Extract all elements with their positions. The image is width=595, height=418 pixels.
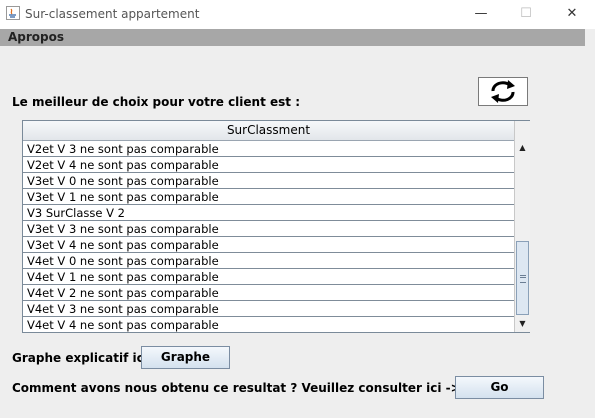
explain-label: Comment avons nous obtenu ce resultat ? … — [12, 381, 461, 395]
refresh-icon — [491, 80, 515, 103]
scroll-up-icon[interactable]: ▲ — [516, 141, 529, 155]
table-row[interactable]: V3et V 0 ne sont pas comparable — [23, 173, 514, 189]
table-row[interactable]: V2et V 3 ne sont pas comparable — [23, 141, 514, 157]
result-label: Le meilleur de choix pour votre client e… — [12, 95, 300, 109]
vertical-scrollbar[interactable]: ▲ ▼ — [514, 121, 530, 332]
scroll-thumb[interactable] — [516, 241, 529, 315]
table-row[interactable]: V3 SurClasse V 2 — [23, 205, 514, 221]
close-icon[interactable]: ✕ — [557, 4, 587, 24]
table-row[interactable]: V3et V 1 ne sont pas comparable — [23, 189, 514, 205]
window-edge — [585, 29, 595, 418]
go-button[interactable]: Go — [455, 376, 544, 399]
table-row[interactable]: V3et V 4 ne sont pas comparable — [23, 237, 514, 253]
maximize-icon[interactable]: ☐ — [511, 4, 541, 24]
menu-bar: Apropos — [0, 29, 585, 46]
results-table: SurClassment V2et V 3 ne sont pas compar… — [22, 120, 530, 333]
table-row[interactable]: V4et V 2 ne sont pas comparable — [23, 285, 514, 301]
column-header[interactable]: SurClassment — [23, 121, 514, 141]
table-row[interactable]: V4et V 1 ne sont pas comparable — [23, 269, 514, 285]
table-row[interactable]: V4et V 4 ne sont pas comparable — [23, 317, 514, 332]
scroll-down-icon[interactable]: ▼ — [516, 317, 529, 331]
minimize-icon[interactable]: — — [466, 4, 496, 24]
grip-line — [520, 277, 526, 278]
table-rows: V2et V 3 ne sont pas comparable V2et V 4… — [23, 141, 514, 332]
window-title: Sur-classement appartement — [25, 7, 200, 21]
title-bar: Sur-classement appartement — ☐ ✕ — [0, 0, 595, 29]
table-row[interactable]: V4et V 3 ne sont pas comparable — [23, 301, 514, 317]
refresh-button[interactable] — [478, 77, 528, 106]
java-icon — [6, 6, 20, 20]
table-row[interactable]: V2et V 4 ne sont pas comparable — [23, 157, 514, 173]
table-row[interactable]: V3et V 3 ne sont pas comparable — [23, 221, 514, 237]
graph-button[interactable]: Graphe — [141, 346, 230, 369]
table-row[interactable]: V4et V 0 ne sont pas comparable — [23, 253, 514, 269]
menu-apropos[interactable]: Apropos — [8, 30, 64, 44]
